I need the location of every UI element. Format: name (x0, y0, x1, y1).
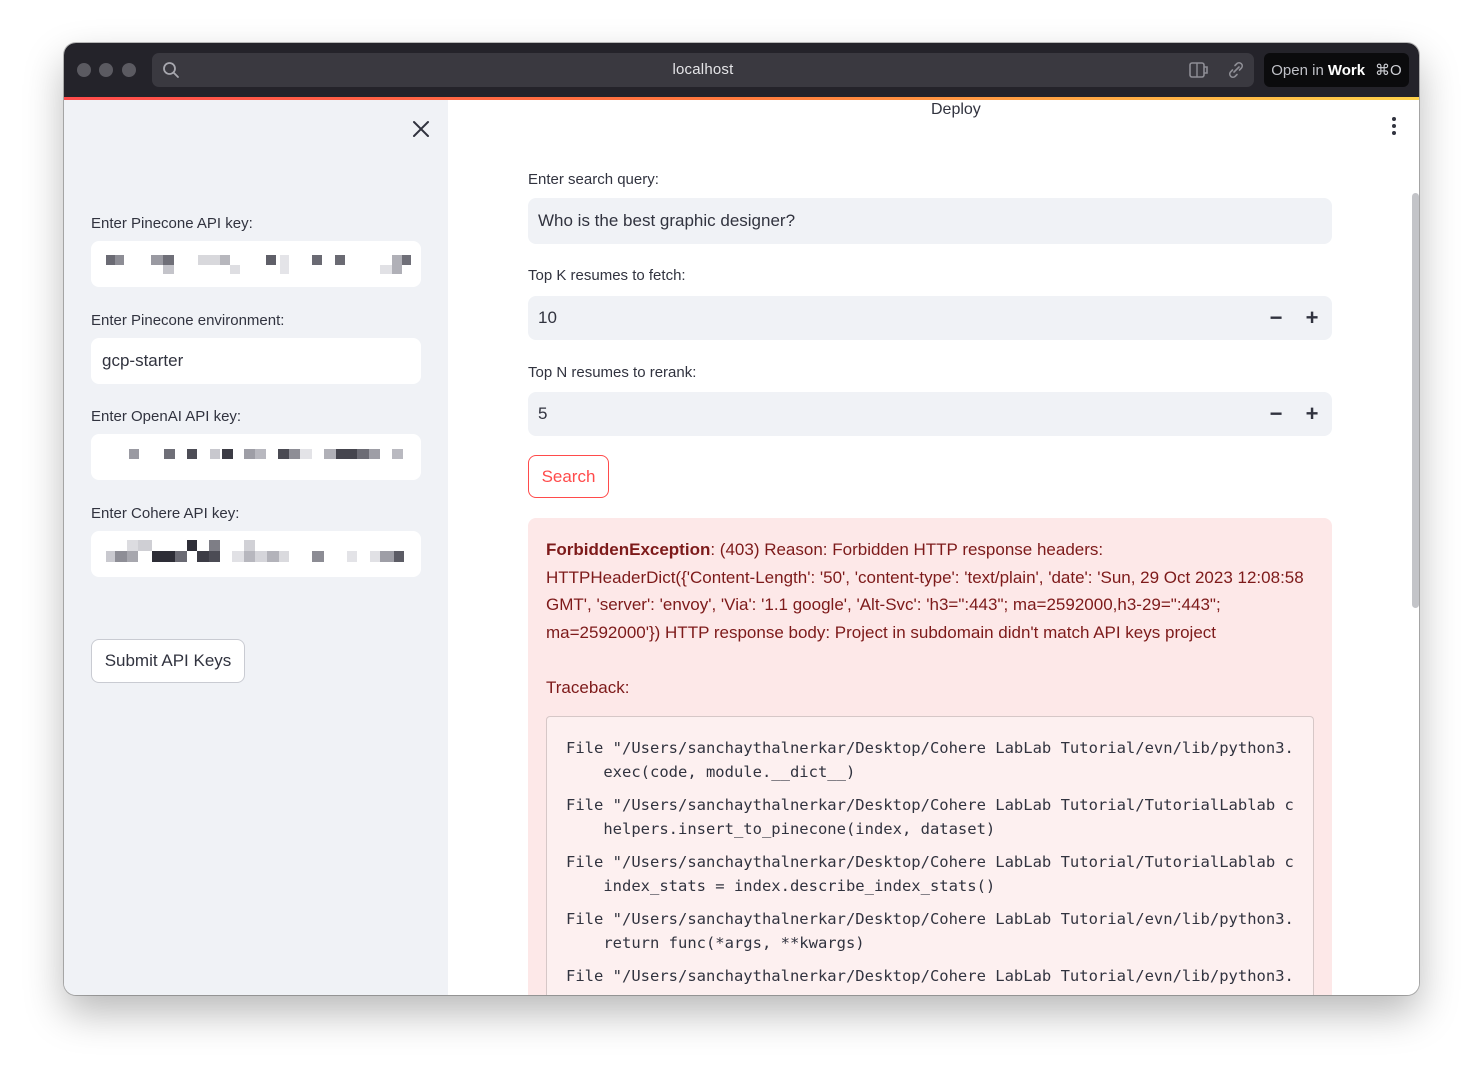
deploy-button[interactable]: Deploy (931, 101, 981, 119)
topk-value: 10 (538, 308, 557, 327)
traceback-line: index_stats = index.describe_index_stats… (566, 877, 996, 895)
topk-stepper[interactable]: 10 − + (528, 296, 1332, 340)
topn-stepper[interactable]: 5 − + (528, 392, 1332, 436)
cohere-key-label: Enter Cohere API key: (91, 505, 240, 522)
open-in-target: Work (1327, 61, 1366, 79)
traceback-line: return func(*args, **kwargs) (566, 934, 865, 952)
search-query-input[interactable]: Who is the best graphic designer? (528, 198, 1332, 244)
open-in-prefix: Open in (1271, 61, 1324, 79)
error-message: ForbiddenException: (403) Reason: Forbid… (546, 536, 1314, 646)
browser-window: localhost Open in Work ⌘O Enter Pinecone (64, 43, 1419, 995)
window-zoom-dot[interactable] (122, 63, 136, 77)
topn-value: 5 (538, 404, 548, 423)
openai-key-input[interactable] (91, 434, 421, 480)
pinecone-env-input[interactable]: gcp-starter (91, 338, 421, 384)
topk-decrement-button[interactable]: − (1258, 296, 1294, 340)
address-bar[interactable]: localhost (152, 53, 1254, 87)
pinecone-key-input[interactable] (91, 241, 421, 287)
pinecone-env-value: gcp-starter (102, 351, 184, 370)
open-in-shortcut: ⌘O (1375, 62, 1402, 79)
address-bar-url: localhost (672, 61, 734, 78)
masked-pinecone-key (102, 241, 411, 287)
topn-decrement-button[interactable]: − (1258, 392, 1294, 436)
traceback-line: File "/Users/sanchaythalnerkar/Desktop/C… (566, 796, 1294, 814)
browser-titlebar: localhost Open in Work ⌘O (64, 43, 1419, 97)
error-alert: ForbiddenException: (403) Reason: Forbid… (528, 518, 1332, 995)
plus-icon: + (1305, 305, 1319, 330)
topn-increment-button[interactable]: + (1294, 392, 1330, 436)
cohere-key-input[interactable] (91, 531, 421, 577)
close-icon[interactable] (410, 118, 432, 140)
search-button[interactable]: Search (528, 455, 609, 498)
pinecone-env-label: Enter Pinecone environment: (91, 312, 285, 329)
window-minimize-dot[interactable] (99, 63, 113, 77)
window-close-dot[interactable] (77, 63, 91, 77)
traceback-line: File "/Users/sanchaythalnerkar/Desktop/C… (566, 853, 1294, 871)
pinecone-key-label: Enter Pinecone API key: (91, 215, 253, 232)
submit-api-keys-button[interactable]: Submit API Keys (91, 639, 245, 683)
link-icon[interactable] (1225, 60, 1247, 80)
topk-increment-button[interactable]: + (1294, 296, 1330, 340)
minus-icon: − (1269, 305, 1283, 330)
query-label: Enter search query: (528, 171, 659, 188)
plus-icon: + (1305, 401, 1319, 426)
traceback-line: File "/Users/sanchaythalnerkar/Desktop/C… (566, 739, 1294, 757)
main-scrollbar[interactable] (1412, 193, 1419, 608)
open-in-work-button[interactable]: Open in Work ⌘O (1264, 53, 1409, 87)
sidebar: Enter Pinecone API key: Enter Pinecone e… (64, 100, 448, 995)
traceback-line: File "/Users/sanchaythalnerkar/Desktop/C… (566, 910, 1294, 928)
masked-cohere-key (102, 531, 410, 577)
reader-mode-icon[interactable] (1188, 60, 1210, 80)
exception-name: ForbiddenException (546, 540, 711, 559)
kebab-menu-icon[interactable] (1391, 116, 1397, 136)
traceback-label: Traceback: (546, 678, 630, 697)
masked-openai-key (102, 434, 410, 480)
openai-key-label: Enter OpenAI API key: (91, 408, 242, 425)
minus-icon: − (1269, 401, 1283, 426)
topn-label: Top N resumes to rerank: (528, 364, 697, 381)
traceback-line: File "/Users/sanchaythalnerkar/Desktop/C… (566, 967, 1294, 985)
topk-label: Top K resumes to fetch: (528, 267, 686, 284)
traceback-code-block[interactable]: File "/Users/sanchaythalnerkar/Desktop/C… (546, 716, 1314, 995)
search-query-value: Who is the best graphic designer? (538, 211, 796, 230)
traceback-line: helpers.insert_to_pinecone(index, datase… (566, 820, 996, 838)
traceback-line: exec(code, module.__dict__) (566, 763, 856, 781)
